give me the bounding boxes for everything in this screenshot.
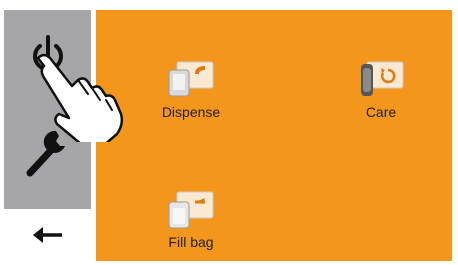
touch-screen: Dispense Care Fill bag: [0, 0, 458, 265]
back-button[interactable]: [4, 212, 91, 258]
tile-dispense[interactable]: Dispense: [136, 58, 246, 120]
fill-bag-icon: [168, 191, 214, 229]
tile-care[interactable]: Care: [326, 58, 436, 120]
arrow-left-icon: [32, 227, 62, 243]
tile-dispense-label: Dispense: [161, 104, 221, 120]
tile-fill-bag[interactable]: Fill bag: [136, 188, 246, 250]
care-icon: [361, 61, 404, 96]
hand-pointer-icon: [36, 53, 124, 142]
tile-care-label: Care: [365, 104, 397, 120]
dispense-icon: [168, 61, 214, 97]
tile-fill-bag-label: Fill bag: [168, 234, 214, 250]
